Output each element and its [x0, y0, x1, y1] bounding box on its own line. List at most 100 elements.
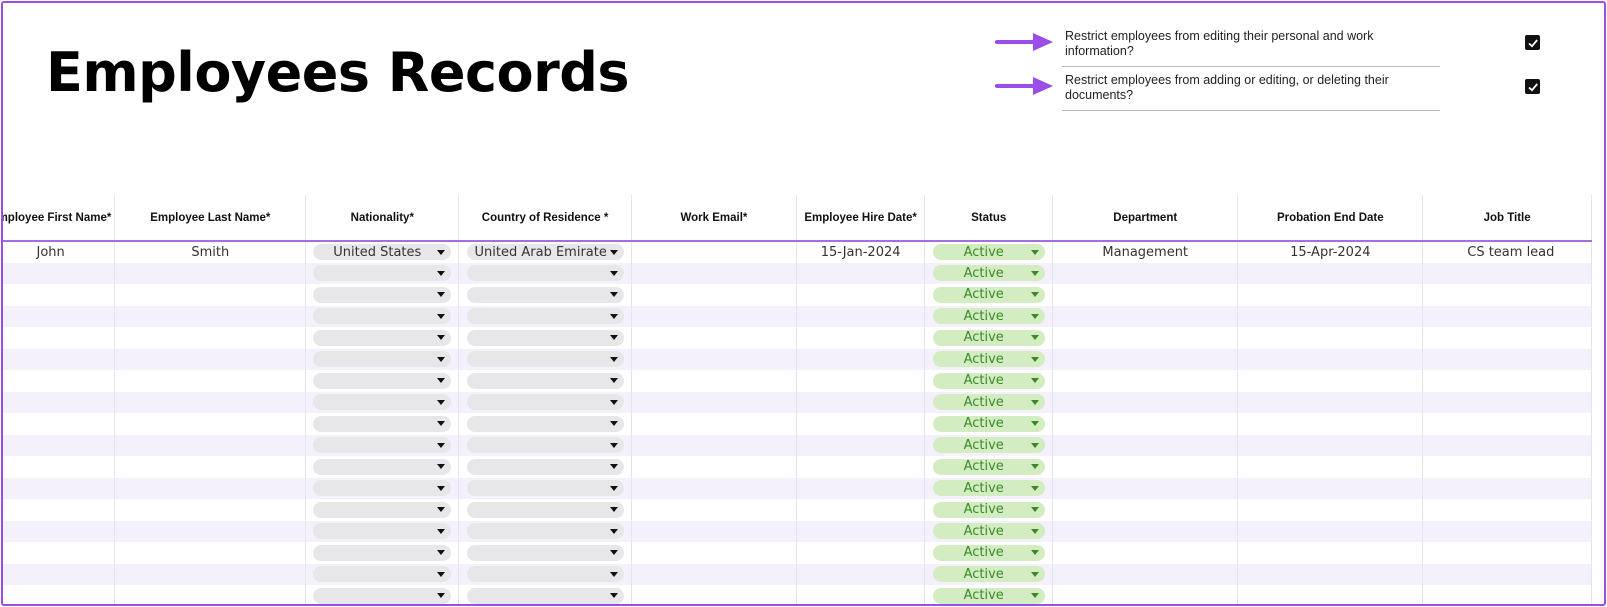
- country-dropdown[interactable]: [466, 265, 624, 282]
- country-dropdown[interactable]: [466, 415, 624, 432]
- country-dropdown[interactable]: [466, 329, 624, 346]
- cell-nationality[interactable]: [305, 348, 460, 370]
- status-dropdown[interactable]: Active: [932, 244, 1045, 261]
- cell-first-name[interactable]: [3, 477, 116, 499]
- cell-work-email[interactable]: [631, 305, 797, 327]
- cell-country[interactable]: [458, 477, 632, 499]
- status-dropdown[interactable]: Active: [932, 501, 1045, 518]
- country-dropdown[interactable]: [466, 437, 624, 454]
- cell-department[interactable]: [1052, 434, 1239, 456]
- cell-probation-end[interactable]: [1237, 262, 1424, 284]
- nationality-dropdown[interactable]: [313, 566, 452, 583]
- cell-department[interactable]: [1052, 284, 1239, 306]
- cell-hire-date[interactable]: [796, 542, 926, 564]
- cell-country[interactable]: [458, 434, 632, 456]
- cell-first-name[interactable]: [3, 327, 116, 349]
- cell-first-name[interactable]: [3, 434, 116, 456]
- country-dropdown[interactable]: [466, 286, 624, 303]
- country-dropdown[interactable]: [466, 372, 624, 389]
- cell-nationality[interactable]: [305, 284, 460, 306]
- cell-first-name[interactable]: [3, 542, 116, 564]
- status-dropdown[interactable]: Active: [932, 544, 1045, 561]
- cell-status[interactable]: Active: [924, 499, 1054, 521]
- cell-nationality[interactable]: [305, 456, 460, 478]
- status-dropdown[interactable]: Active: [932, 265, 1045, 282]
- cell-first-name[interactable]: John: [3, 241, 116, 263]
- cell-department[interactable]: Management: [1052, 241, 1239, 263]
- cell-first-name[interactable]: [3, 391, 116, 413]
- cell-last-name[interactable]: [114, 520, 307, 542]
- cell-status[interactable]: Active: [924, 262, 1054, 284]
- cell-last-name[interactable]: [114, 284, 307, 306]
- nationality-dropdown[interactable]: [313, 372, 452, 389]
- cell-work-email[interactable]: [631, 542, 797, 564]
- cell-country[interactable]: [458, 563, 632, 585]
- nationality-dropdown[interactable]: [313, 415, 452, 432]
- cell-nationality[interactable]: [305, 477, 460, 499]
- cell-country[interactable]: [458, 520, 632, 542]
- status-dropdown[interactable]: Active: [932, 523, 1045, 540]
- cell-first-name[interactable]: [3, 262, 116, 284]
- cell-job-title[interactable]: [1422, 370, 1592, 392]
- column-header[interactable]: Probation End Date: [1237, 195, 1424, 242]
- cell-status[interactable]: Active: [924, 434, 1054, 456]
- cell-probation-end[interactable]: [1237, 520, 1424, 542]
- cell-probation-end[interactable]: [1237, 499, 1424, 521]
- cell-status[interactable]: Active: [924, 305, 1054, 327]
- cell-department[interactable]: [1052, 563, 1239, 585]
- cell-hire-date[interactable]: [796, 391, 926, 413]
- cell-nationality[interactable]: [305, 434, 460, 456]
- status-dropdown[interactable]: Active: [932, 286, 1045, 303]
- cell-probation-end[interactable]: [1237, 456, 1424, 478]
- restrict-documents-checkbox[interactable]: [1525, 79, 1540, 94]
- cell-hire-date[interactable]: [796, 434, 926, 456]
- cell-status[interactable]: Active: [924, 370, 1054, 392]
- cell-last-name[interactable]: [114, 456, 307, 478]
- cell-job-title[interactable]: [1422, 563, 1592, 585]
- cell-country[interactable]: [458, 327, 632, 349]
- country-dropdown[interactable]: [466, 523, 624, 540]
- status-dropdown[interactable]: Active: [932, 351, 1045, 368]
- cell-country[interactable]: [458, 413, 632, 435]
- cell-probation-end[interactable]: [1237, 434, 1424, 456]
- cell-job-title[interactable]: [1422, 327, 1592, 349]
- cell-first-name[interactable]: [3, 370, 116, 392]
- cell-job-title[interactable]: [1422, 477, 1592, 499]
- cell-department[interactable]: [1052, 542, 1239, 564]
- cell-last-name[interactable]: [114, 327, 307, 349]
- cell-probation-end[interactable]: [1237, 370, 1424, 392]
- cell-job-title[interactable]: [1422, 391, 1592, 413]
- country-dropdown[interactable]: United Arab Emirates: [466, 244, 624, 261]
- cell-probation-end[interactable]: [1237, 585, 1424, 604]
- cell-probation-end[interactable]: [1237, 413, 1424, 435]
- cell-first-name[interactable]: [3, 499, 116, 521]
- cell-hire-date[interactable]: [796, 370, 926, 392]
- cell-job-title[interactable]: [1422, 520, 1592, 542]
- cell-first-name[interactable]: [3, 585, 116, 604]
- nationality-dropdown[interactable]: [313, 351, 452, 368]
- cell-last-name[interactable]: [114, 585, 307, 604]
- cell-country[interactable]: [458, 348, 632, 370]
- cell-last-name[interactable]: [114, 370, 307, 392]
- cell-last-name[interactable]: [114, 391, 307, 413]
- cell-nationality[interactable]: [305, 370, 460, 392]
- cell-work-email[interactable]: [631, 413, 797, 435]
- cell-department[interactable]: [1052, 348, 1239, 370]
- country-dropdown[interactable]: [466, 544, 624, 561]
- cell-department[interactable]: [1052, 520, 1239, 542]
- nationality-dropdown[interactable]: United States: [313, 244, 452, 261]
- cell-department[interactable]: [1052, 477, 1239, 499]
- cell-work-email[interactable]: [631, 563, 797, 585]
- cell-country[interactable]: [458, 370, 632, 392]
- cell-last-name[interactable]: [114, 563, 307, 585]
- cell-status[interactable]: Active: [924, 542, 1054, 564]
- cell-probation-end[interactable]: [1237, 284, 1424, 306]
- cell-country[interactable]: [458, 391, 632, 413]
- cell-status[interactable]: Active: [924, 520, 1054, 542]
- nationality-dropdown[interactable]: [313, 329, 452, 346]
- country-dropdown[interactable]: [466, 480, 624, 497]
- cell-nationality[interactable]: [305, 585, 460, 604]
- cell-hire-date[interactable]: [796, 348, 926, 370]
- cell-job-title[interactable]: [1422, 585, 1592, 604]
- cell-nationality[interactable]: [305, 520, 460, 542]
